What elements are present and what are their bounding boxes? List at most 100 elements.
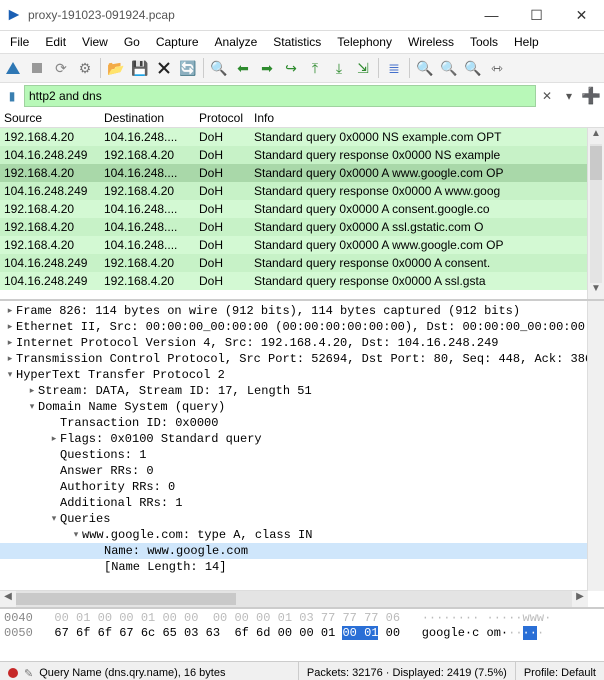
close-file-icon[interactable]: [153, 57, 175, 79]
packet-row[interactable]: 104.16.248.249192.168.4.20DoHStandard qu…: [0, 182, 604, 200]
minimize-button[interactable]: —: [469, 0, 514, 30]
column-header-info[interactable]: Info: [254, 111, 604, 125]
tree-row[interactable]: ▸Frame 826: 114 bytes on wire (912 bits)…: [0, 303, 604, 319]
auto-scroll-icon[interactable]: ⇲: [352, 57, 374, 79]
tree-row[interactable]: [Name Length: 14]: [0, 559, 604, 575]
packet-row[interactable]: 192.168.4.20104.16.248....DoHStandard qu…: [0, 218, 604, 236]
menu-go[interactable]: Go: [116, 33, 148, 51]
menu-statistics[interactable]: Statistics: [265, 33, 329, 51]
menu-capture[interactable]: Capture: [148, 33, 207, 51]
close-button[interactable]: ✕: [559, 0, 604, 30]
expand-icon[interactable]: ▸: [4, 306, 16, 316]
filter-recent-icon[interactable]: ▾: [558, 85, 580, 107]
tree-label: Queries: [60, 512, 110, 526]
menu-view[interactable]: View: [74, 33, 116, 51]
packet-bytes-pane[interactable]: 0040 00 01 00 00 01 00 00 00 00 00 01 03…: [0, 609, 604, 661]
scroll-down-icon[interactable]: ▼: [588, 283, 604, 299]
go-to-packet-icon[interactable]: ↪: [280, 57, 302, 79]
packet-row[interactable]: 192.168.4.20104.16.248....DoHStandard qu…: [0, 128, 604, 146]
tree-row[interactable]: ▾Domain Name System (query): [0, 399, 604, 415]
zoom-in-icon[interactable]: 🔍: [414, 57, 436, 79]
collapse-icon[interactable]: ▾: [26, 402, 38, 412]
column-header-destination[interactable]: Destination: [104, 111, 199, 125]
column-header-source[interactable]: Source: [4, 111, 104, 125]
go-forward-icon[interactable]: ➡: [256, 57, 278, 79]
scroll-thumb[interactable]: [590, 146, 602, 180]
open-file-icon[interactable]: 📂: [105, 57, 127, 79]
maximize-button[interactable]: ☐: [514, 0, 559, 30]
edit-icon[interactable]: ✎: [24, 667, 33, 680]
zoom-reset-icon[interactable]: 🔍: [462, 57, 484, 79]
go-last-icon[interactable]: ⤓: [328, 57, 350, 79]
zoom-out-icon[interactable]: 🔍: [438, 57, 460, 79]
collapse-icon[interactable]: ▾: [48, 514, 60, 524]
shark-fin-icon[interactable]: [2, 57, 24, 79]
details-h-scrollbar[interactable]: ◀ ▶: [0, 590, 588, 607]
expand-icon[interactable]: ▸: [26, 386, 38, 396]
expert-info-icon[interactable]: [8, 668, 18, 678]
packet-list-scrollbar[interactable]: ▲ ▼: [587, 128, 604, 299]
collapse-icon[interactable]: ▾: [70, 530, 82, 540]
packet-row[interactable]: 104.16.248.249192.168.4.20DoHStandard qu…: [0, 272, 604, 290]
packet-row[interactable]: 104.16.248.249192.168.4.20DoHStandard qu…: [0, 146, 604, 164]
stop-icon[interactable]: [26, 57, 48, 79]
packet-row[interactable]: 104.16.248.249192.168.4.20DoHStandard qu…: [0, 254, 604, 272]
tree-row[interactable]: Transaction ID: 0x0000: [0, 415, 604, 431]
packet-row[interactable]: 192.168.4.20104.16.248....DoHStandard qu…: [0, 200, 604, 218]
display-filter-input[interactable]: [24, 85, 536, 107]
filter-clear-icon[interactable]: ✕: [536, 85, 558, 107]
colorize-icon[interactable]: ≣: [383, 57, 405, 79]
tree-row[interactable]: ▸Stream: DATA, Stream ID: 17, Length 51: [0, 383, 604, 399]
restart-icon[interactable]: ⟳: [50, 57, 72, 79]
details-v-scrollbar[interactable]: [587, 301, 604, 591]
menu-file[interactable]: File: [2, 33, 37, 51]
scroll-thumb[interactable]: [16, 593, 236, 605]
cell-info: Standard query response 0x0000 A www.goo…: [254, 184, 604, 198]
filter-bookmark-icon[interactable]: ▮: [2, 87, 22, 105]
menu-wireless[interactable]: Wireless: [400, 33, 462, 51]
expand-icon[interactable]: ▸: [48, 434, 60, 444]
packet-row[interactable]: 192.168.4.20104.16.248....DoHStandard qu…: [0, 164, 604, 182]
tree-indent: [48, 482, 60, 492]
packet-row[interactable]: 192.168.4.20104.16.248....DoHStandard qu…: [0, 236, 604, 254]
expand-icon[interactable]: ▸: [4, 322, 16, 332]
resize-columns-icon[interactable]: ⇿: [486, 57, 508, 79]
packet-details-pane: ▸Frame 826: 114 bytes on wire (912 bits)…: [0, 301, 604, 609]
status-profile[interactable]: Profile: Default: [516, 662, 604, 680]
scroll-up-icon[interactable]: ▲: [588, 128, 604, 144]
menu-analyze[interactable]: Analyze: [207, 33, 266, 51]
filter-add-button[interactable]: ➕: [580, 85, 602, 107]
go-first-icon[interactable]: ⤒: [304, 57, 326, 79]
capture-options-icon[interactable]: ⚙: [74, 57, 96, 79]
tree-row[interactable]: Authority RRs: 0: [0, 479, 604, 495]
cell-src: 192.168.4.20: [4, 220, 104, 234]
tree-row[interactable]: ▸Internet Protocol Version 4, Src: 192.1…: [0, 335, 604, 351]
tree-row[interactable]: ▾HyperText Transfer Protocol 2: [0, 367, 604, 383]
tree-row[interactable]: Questions: 1: [0, 447, 604, 463]
menu-edit[interactable]: Edit: [37, 33, 74, 51]
tree-row[interactable]: Answer RRs: 0: [0, 463, 604, 479]
tree-row[interactable]: ▸Ethernet II, Src: 00:00:00_00:00:00 (00…: [0, 319, 604, 335]
find-icon[interactable]: 🔍: [208, 57, 230, 79]
tree-label: Questions: 1: [60, 448, 146, 462]
menu-telephony[interactable]: Telephony: [329, 33, 400, 51]
tree-row[interactable]: ▸Flags: 0x0100 Standard query: [0, 431, 604, 447]
reload-icon[interactable]: 🔄: [177, 57, 199, 79]
tree-row[interactable]: ▾www.google.com: type A, class IN: [0, 527, 604, 543]
save-icon[interactable]: 💾: [129, 57, 151, 79]
expand-icon[interactable]: ▸: [4, 354, 16, 364]
column-header-protocol[interactable]: Protocol: [199, 111, 254, 125]
scroll-left-icon[interactable]: ◀: [0, 591, 16, 607]
tree-row[interactable]: Name: www.google.com: [0, 543, 604, 559]
go-back-icon[interactable]: ⬅: [232, 57, 254, 79]
packet-list-header: Source Destination Protocol Info: [0, 109, 604, 128]
expand-icon[interactable]: ▸: [4, 338, 16, 348]
menu-tools[interactable]: Tools: [462, 33, 506, 51]
cell-dst: 104.16.248....: [104, 202, 199, 216]
tree-row[interactable]: ▾Queries: [0, 511, 604, 527]
scroll-right-icon[interactable]: ▶: [572, 591, 588, 607]
tree-row[interactable]: Additional RRs: 1: [0, 495, 604, 511]
tree-row[interactable]: ▸Transmission Control Protocol, Src Port…: [0, 351, 604, 367]
menu-help[interactable]: Help: [506, 33, 547, 51]
collapse-icon[interactable]: ▾: [4, 370, 16, 380]
